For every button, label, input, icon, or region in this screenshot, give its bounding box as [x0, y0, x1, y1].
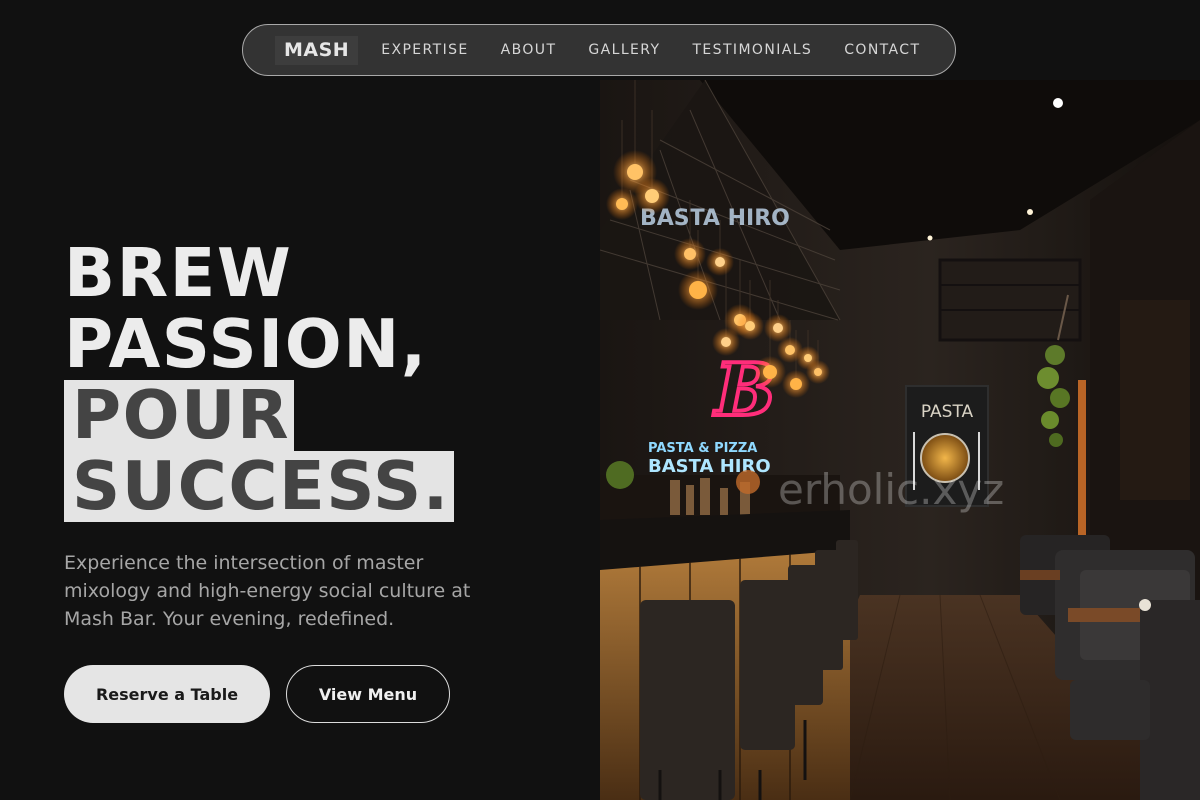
- hero-title-line: BREW: [64, 234, 293, 312]
- hero-subtitle: Experience the intersection of master mi…: [64, 552, 471, 630]
- nav-link-contact[interactable]: CONTACT: [844, 42, 920, 58]
- nav-link-gallery[interactable]: GALLERY: [588, 42, 660, 58]
- nav-links: EXPERTISE ABOUT GALLERY TESTIMONIALS CON…: [381, 42, 952, 58]
- brand-logo[interactable]: MASH: [275, 35, 359, 65]
- top-navigation: MASH EXPERTISE ABOUT GALLERY TESTIMONIAL…: [242, 24, 956, 76]
- landing-page: MASH EXPERTISE ABOUT GALLERY TESTIMONIAL…: [0, 0, 1200, 800]
- nav-link-about[interactable]: ABOUT: [501, 42, 557, 58]
- view-menu-button[interactable]: View Menu: [286, 665, 450, 723]
- poster-title: PASTA: [921, 402, 974, 422]
- nav-link-expertise[interactable]: EXPERTISE: [381, 42, 468, 58]
- hero-title-highlight: POUR: [64, 380, 295, 451]
- photo-watermark: erholic.xyz: [778, 465, 1004, 514]
- nav-link-testimonials[interactable]: TESTIMONIALS: [692, 42, 812, 58]
- hero-title: BREW PASSION, POUR SUCCESS.: [64, 238, 454, 522]
- reserve-table-button[interactable]: Reserve a Table: [64, 665, 270, 723]
- hero-title-highlight: SUCCESS.: [64, 451, 454, 522]
- neon-sign-subtitle: PASTA & PIZZA: [648, 441, 757, 456]
- bar-interior-photo: PASTA BASTA HIRO B PASTA & PIZZA BASTA H…: [600, 80, 1200, 800]
- hero-title-line: PASSION,: [64, 305, 428, 383]
